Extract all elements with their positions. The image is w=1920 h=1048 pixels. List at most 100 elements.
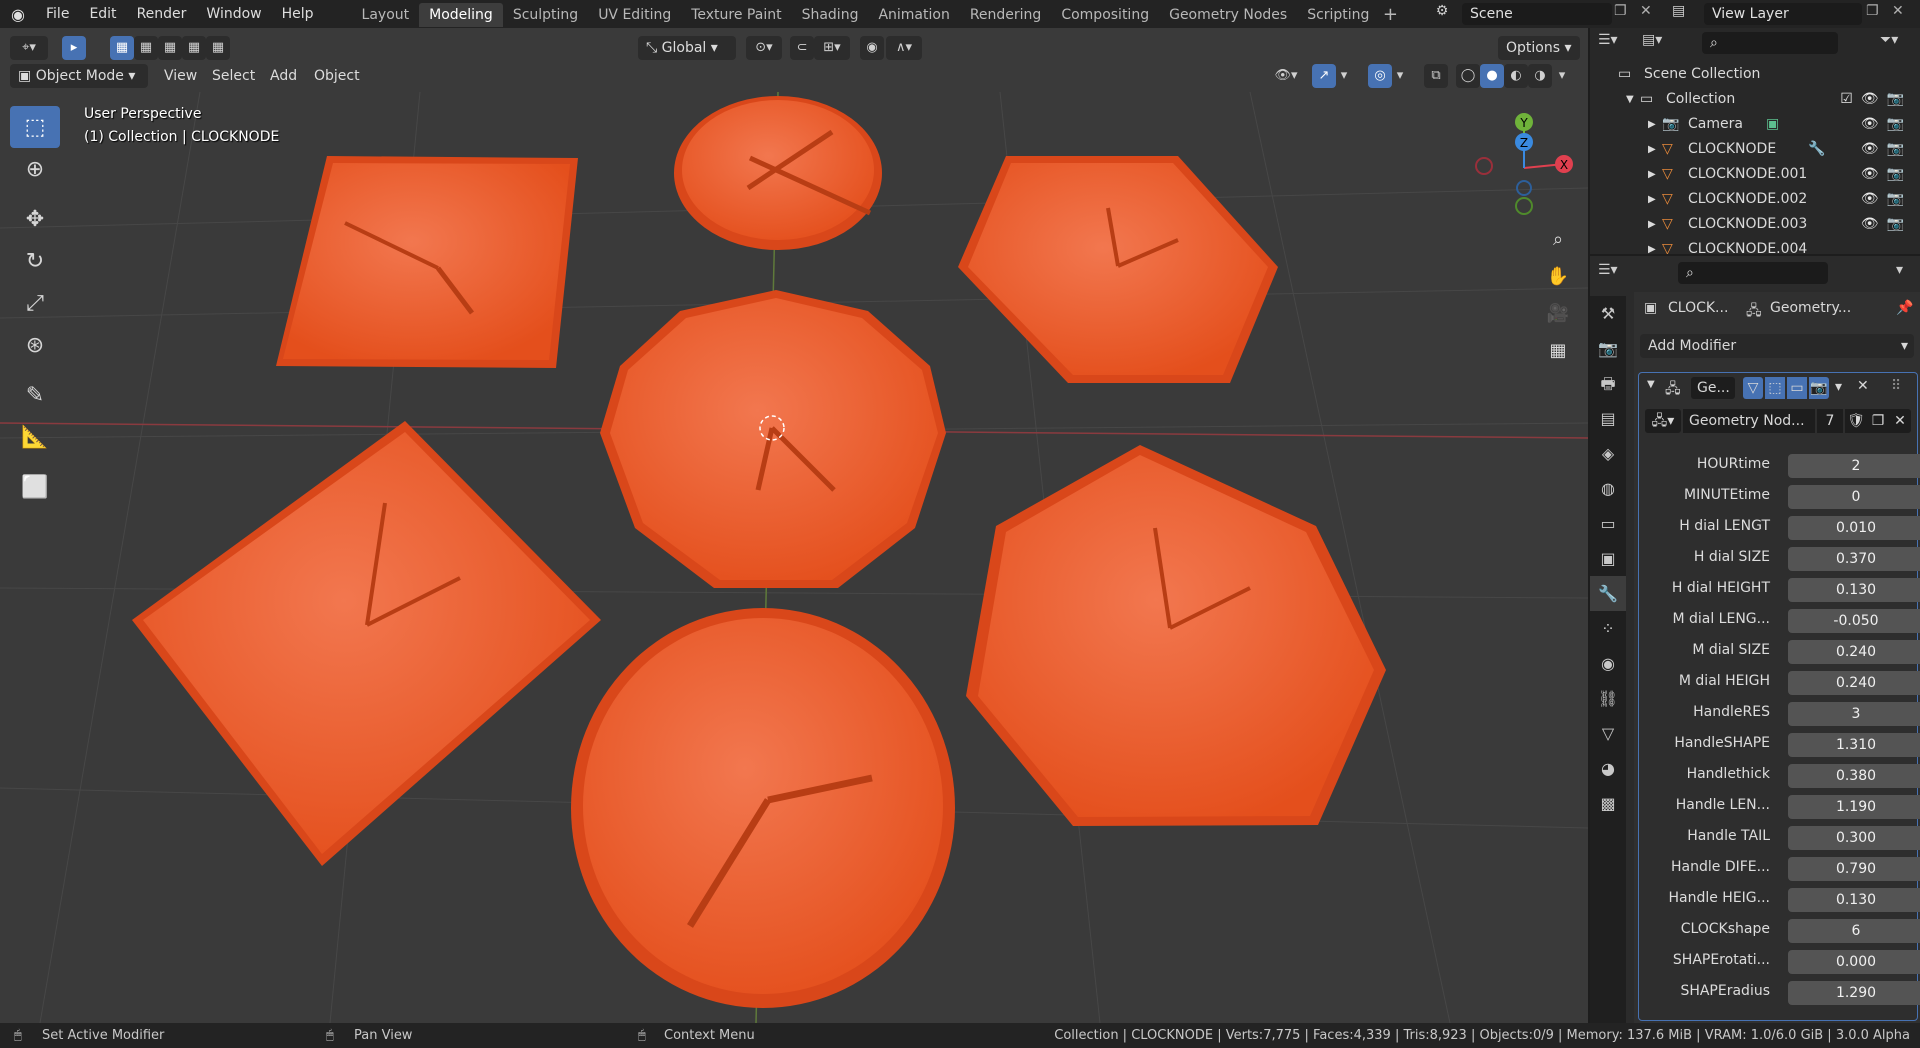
add-workspace-icon[interactable]: +	[1379, 4, 1401, 25]
output-tab-icon[interactable]: 🖶	[1590, 366, 1626, 401]
tab-scripting[interactable]: Scripting	[1297, 3, 1379, 27]
camera-data-icon[interactable]: ▣	[1766, 112, 1779, 137]
expand-arrow-icon[interactable]: ▶	[1648, 212, 1656, 237]
camera-view-icon[interactable]: 🎥	[1542, 298, 1574, 330]
param-value-field[interactable]: 0.370	[1788, 547, 1920, 571]
outliner-item-clocknode-004[interactable]: ▶ ▽ CLOCKNODE.004	[1590, 237, 1920, 254]
viewport-toggle-icon[interactable]: ▭	[1787, 377, 1807, 399]
outliner-scene-collection[interactable]: ▭ Scene Collection	[1590, 62, 1920, 87]
gizmo-dropdown-icon[interactable]: ▾	[1336, 64, 1352, 88]
axis-gizmo[interactable]: X Y Z	[1460, 108, 1588, 248]
add-modifier-button[interactable]: Add Modifier ▾	[1640, 334, 1914, 358]
tab-compositing[interactable]: Compositing	[1051, 3, 1159, 27]
expand-arrow-icon[interactable]: ▼	[1626, 87, 1634, 112]
select-box-tool-icon[interactable]: ▸	[62, 36, 86, 60]
param-value-field[interactable]: 1.190	[1788, 795, 1920, 819]
param-value-field[interactable]: 0.300	[1788, 826, 1920, 850]
delete-scene-icon[interactable]: ✕	[1640, 3, 1662, 19]
particles-tab-icon[interactable]: ⁘	[1590, 611, 1626, 646]
display-mode-icon[interactable]: ▤▾	[1642, 32, 1678, 54]
param-value-field[interactable]: 2	[1788, 454, 1920, 478]
tab-uv-editing[interactable]: UV Editing	[588, 3, 681, 27]
modifier-name-field[interactable]: Ge...	[1691, 377, 1735, 399]
item-toggles[interactable]: 👁📷	[1861, 212, 1912, 237]
menu-window[interactable]: Window	[196, 0, 271, 28]
param-value-field[interactable]: 0.790	[1788, 857, 1920, 881]
physics-tab-icon[interactable]: ◉	[1590, 646, 1626, 681]
mode-dropdown[interactable]: ▣ Object Mode ▾	[10, 64, 148, 88]
select-mode-subtract-icon[interactable]: ▦	[158, 36, 182, 60]
texture-tab-icon[interactable]: ▩	[1590, 786, 1626, 821]
collection-toggles[interactable]: ☑👁📷	[1840, 87, 1912, 112]
pan-hand-icon[interactable]: ✋	[1542, 261, 1574, 293]
new-scene-icon[interactable]: ❐	[1614, 3, 1636, 19]
rendered-shading-icon[interactable]: ◑	[1528, 64, 1552, 88]
expand-arrow-icon[interactable]: ▶	[1648, 112, 1656, 137]
render-toggle-icon[interactable]: 📷	[1809, 377, 1829, 399]
unlink-icon[interactable]: ✕	[1889, 409, 1911, 433]
gizmo-toggle-icon[interactable]: ↗	[1312, 64, 1336, 88]
tab-texture-paint[interactable]: Texture Paint	[681, 3, 791, 27]
menu-edit[interactable]: Edit	[79, 0, 126, 28]
move-tool-icon[interactable]: ✥	[10, 198, 60, 240]
view-layer-tab-icon[interactable]: ▤	[1590, 401, 1626, 436]
wireframe-shading-icon[interactable]: ◯	[1456, 64, 1480, 88]
options-dropdown[interactable]: Options ▾	[1498, 36, 1580, 60]
properties-search-input[interactable]: ⌕	[1678, 262, 1828, 284]
shading-dropdown-icon[interactable]: ▾	[1554, 64, 1570, 88]
proportional-edit-icon[interactable]: ◉	[860, 36, 884, 60]
menu-object[interactable]: Object	[306, 64, 368, 88]
param-value-field[interactable]: 1.290	[1788, 981, 1920, 1005]
material-shading-icon[interactable]: ◐	[1504, 64, 1528, 88]
select-mode-intersect-icon[interactable]: ▦	[206, 36, 230, 60]
tab-layout[interactable]: Layout	[352, 3, 420, 27]
param-value-field[interactable]: 1.310	[1788, 733, 1920, 757]
outliner-item-camera[interactable]: ▶ 📷 Camera ▣ 👁📷	[1590, 112, 1920, 137]
expand-arrow-icon[interactable]: ▶	[1648, 187, 1656, 212]
outliner-item-clocknode-002[interactable]: ▶ ▽ CLOCKNODE.002 👁📷	[1590, 187, 1920, 212]
object-tab-icon[interactable]: ▣	[1590, 541, 1626, 576]
add-cube-tool-icon[interactable]: ⬜	[10, 466, 60, 508]
outliner-search-input[interactable]: ⌕	[1702, 32, 1838, 54]
param-value-field[interactable]: 3	[1788, 702, 1920, 726]
collection-tab-icon[interactable]: ▭	[1590, 506, 1626, 541]
expand-arrow-icon[interactable]: ▶	[1648, 237, 1656, 254]
visibility-icon[interactable]: 👁▾	[1268, 64, 1304, 88]
duplicate-icon[interactable]: ❐	[1867, 409, 1889, 433]
param-value-field[interactable]: 0.130	[1788, 578, 1920, 602]
navigation-gizmo[interactable]: X Y Z	[1460, 108, 1588, 248]
outliner-item-clocknode[interactable]: ▶ ▽ CLOCKNODE 🔧 👁📷	[1590, 137, 1920, 162]
drag-handle-icon[interactable]: ⠿	[1891, 378, 1901, 394]
select-mode-new-icon[interactable]: ▦	[110, 36, 134, 60]
menu-render[interactable]: Render	[127, 0, 197, 28]
menu-help[interactable]: Help	[272, 0, 324, 28]
param-value-field[interactable]: 0.010	[1788, 516, 1920, 540]
snap-target-icon[interactable]: ⊞▾	[814, 36, 850, 60]
fake-user-icon[interactable]: 🛡	[1845, 409, 1867, 433]
overlay-toggle-icon[interactable]: ◎	[1368, 64, 1392, 88]
scene-field[interactable]: Scene	[1462, 3, 1612, 25]
world-tab-icon[interactable]: ◍	[1590, 471, 1626, 506]
solid-shading-icon[interactable]: ●	[1480, 64, 1504, 88]
remove-modifier-icon[interactable]: ✕	[1857, 378, 1869, 394]
param-value-field[interactable]: 0.130	[1788, 888, 1920, 912]
xray-toggle-icon[interactable]: ⧉	[1424, 64, 1448, 88]
constraints-tab-icon[interactable]: ⛓	[1590, 681, 1626, 716]
outliner-editor-type-icon[interactable]: ☰▾	[1598, 32, 1638, 54]
tool-tab-icon[interactable]: ⚒	[1590, 296, 1626, 331]
delete-view-layer-icon[interactable]: ✕	[1892, 3, 1914, 19]
rotate-tool-icon[interactable]: ↻	[10, 240, 60, 282]
snap-toggle-icon[interactable]: ⊂	[790, 36, 814, 60]
pivot-point-icon[interactable]: ⊙▾	[746, 36, 782, 60]
overlay-dropdown-icon[interactable]: ▾	[1392, 64, 1408, 88]
edit-mode-toggle-icon[interactable]: ▽	[1743, 377, 1763, 399]
menu-view[interactable]: View	[156, 64, 205, 88]
param-value-field[interactable]: 6	[1788, 919, 1920, 943]
pin-icon[interactable]: 📌	[1896, 300, 1913, 316]
expand-arrow-icon[interactable]: ▶	[1648, 137, 1656, 162]
transform-tool-icon[interactable]: ⊛	[10, 324, 60, 366]
falloff-icon[interactable]: ∧▾	[886, 36, 922, 60]
node-group-users-count[interactable]: 7	[1817, 409, 1843, 433]
tab-rendering[interactable]: Rendering	[960, 3, 1052, 27]
modifier-tab-icon[interactable]: 🔧	[1590, 576, 1626, 611]
